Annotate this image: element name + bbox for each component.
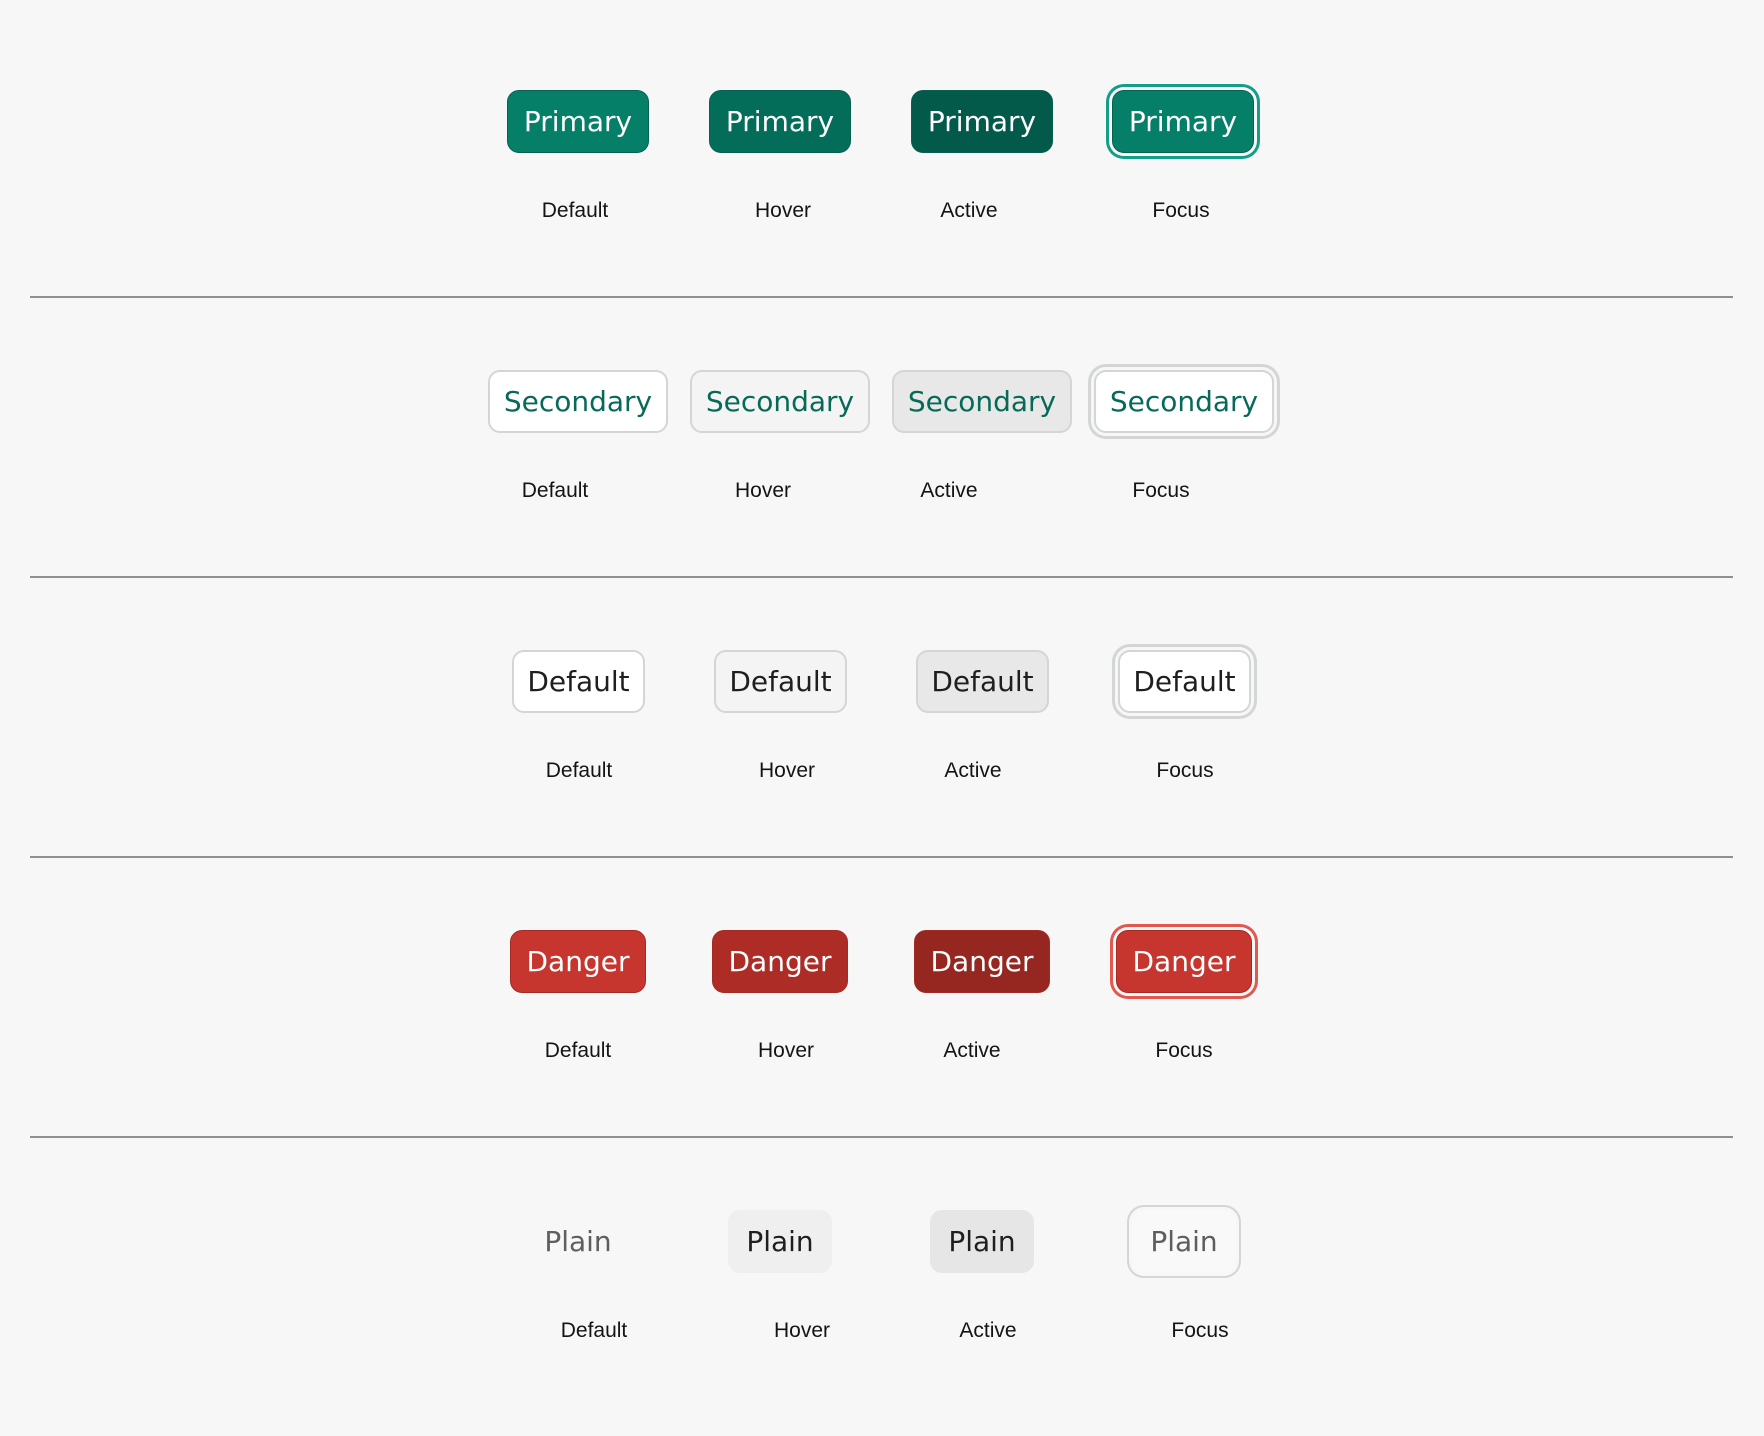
plain-button-hover[interactable]: Plain (728, 1210, 832, 1273)
plain-button-default[interactable]: Plain (526, 1210, 630, 1273)
state-label-default: Default (560, 1319, 628, 1342)
state-label-default: Default (544, 1039, 612, 1062)
default-button-active[interactable]: Default (916, 650, 1049, 713)
state-label-default: Default (521, 479, 589, 502)
state-label-focus: Focus (1152, 199, 1210, 222)
state-label-hover: Hover (773, 1319, 831, 1342)
primary-button-default[interactable]: Primary (507, 90, 649, 153)
section-divider (30, 856, 1733, 858)
state-label-focus: Focus (1155, 1039, 1213, 1062)
primary-button-focus[interactable]: Primary (1112, 90, 1254, 153)
secondary-button-hover[interactable]: Secondary (690, 370, 870, 433)
state-label-hover: Hover (754, 199, 812, 222)
state-label-hover: Hover (734, 479, 792, 502)
state-label-focus: Focus (1132, 479, 1190, 502)
section-divider (30, 296, 1733, 298)
plain-button-active[interactable]: Plain (930, 1210, 1034, 1273)
secondary-button-focus[interactable]: Secondary (1094, 370, 1274, 433)
primary-button-hover[interactable]: Primary (709, 90, 851, 153)
section-divider (30, 1136, 1733, 1138)
primary-button-active[interactable]: Primary (911, 90, 1053, 153)
state-label-active: Active (943, 1039, 1001, 1062)
state-label-active: Active (920, 479, 978, 502)
danger-button-focus[interactable]: Danger (1116, 930, 1252, 993)
state-label-hover: Hover (758, 759, 816, 782)
state-label-active: Active (959, 1319, 1017, 1342)
danger-button-default[interactable]: Danger (510, 930, 646, 993)
state-label-active: Active (940, 199, 998, 222)
state-label-default: Default (541, 199, 609, 222)
danger-button-active[interactable]: Danger (914, 930, 1050, 993)
default-button-focus[interactable]: Default (1118, 650, 1251, 713)
plain-button-focus[interactable]: Plain (1132, 1210, 1236, 1273)
state-label-focus: Focus (1156, 759, 1214, 782)
state-label-active: Active (944, 759, 1002, 782)
state-label-default: Default (545, 759, 613, 782)
state-label-hover: Hover (757, 1039, 815, 1062)
state-label-focus: Focus (1171, 1319, 1229, 1342)
section-divider (30, 576, 1733, 578)
secondary-button-default[interactable]: Secondary (488, 370, 668, 433)
danger-button-hover[interactable]: Danger (712, 930, 848, 993)
default-button-hover[interactable]: Default (714, 650, 847, 713)
default-button-default[interactable]: Default (512, 650, 645, 713)
secondary-button-active[interactable]: Secondary (892, 370, 1072, 433)
